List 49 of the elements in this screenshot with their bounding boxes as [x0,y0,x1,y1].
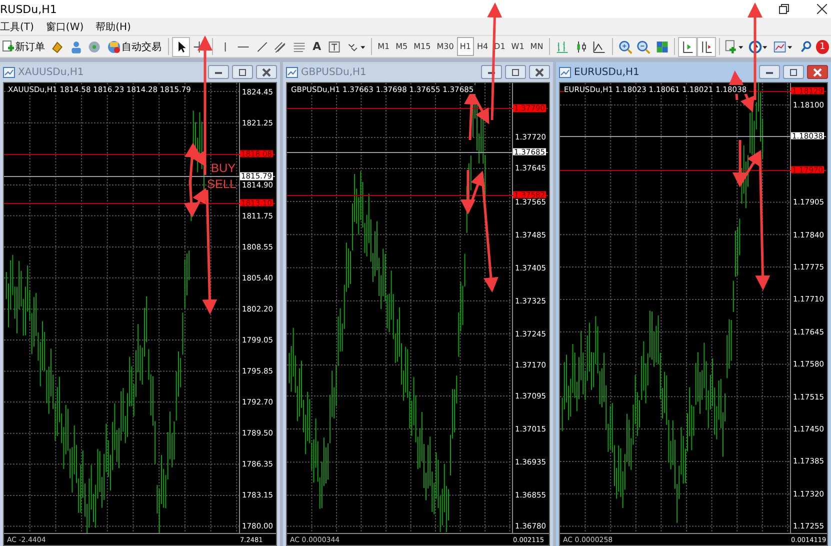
timeframe-button[interactable]: M5 [394,38,410,55]
text-tool[interactable]: A [310,40,324,53]
chart-window-icon [3,66,15,78]
cursor-icon[interactable] [172,38,190,56]
new-order-button[interactable]: 新订单 [0,37,47,56]
timeframe-button[interactable]: H4 [474,38,490,55]
timeframe-button[interactable]: W1 [509,38,526,55]
minimize-button[interactable] [759,65,780,79]
close-icon [262,68,271,76]
maximize-icon [511,68,520,76]
timeframe-button[interactable]: H1 [458,38,473,55]
close-icon[interactable] [817,4,827,14]
timeframe-button[interactable]: M30 [434,38,456,55]
document-plus-icon [2,40,14,54]
chart-window-icon [286,66,298,78]
annotation-label: BUY [211,161,236,175]
chart-window-title: EURUSDu,H1 [574,66,640,78]
chart-window-title: GBPUSDu,H1 [301,66,366,78]
annotation-label: SELL [207,177,236,191]
chart-shift-icon[interactable] [698,38,715,56]
arrow [184,180,199,218]
auto-trading-button[interactable]: 自动交易 [104,37,164,56]
robot-icon [106,40,121,54]
auto-scroll-icon[interactable] [679,38,696,56]
timeframe-button[interactable]: MN [528,38,546,55]
add-indicator-icon[interactable] [723,38,746,56]
close-button[interactable] [256,65,277,79]
maximize-button[interactable] [232,65,253,79]
close-icon [813,68,822,76]
menu-item[interactable]: 工具(T) [0,20,34,34]
maximize-button[interactable] [783,65,804,79]
close-icon [535,68,544,76]
maximize-icon [238,68,247,76]
arrow [460,170,476,214]
restore-icon[interactable] [779,4,789,14]
close-button[interactable] [807,65,828,79]
minimize-button[interactable] [208,65,229,79]
timeframe-button[interactable]: D1 [492,38,508,55]
maximize-icon [789,68,798,76]
chart-window-icon [559,66,571,78]
chart-window-title: XAUUSDu,H1 [18,66,84,78]
menu-item[interactable]: 窗口(W) [46,20,84,34]
timeframe-button[interactable]: M1 [376,38,392,55]
close-button[interactable] [529,65,550,79]
maximize-button[interactable] [505,65,526,79]
timeframe-button[interactable]: M15 [412,38,433,55]
window-title: RUSDu,H1 [0,2,57,16]
notification-badge[interactable]: 1 [816,40,829,54]
menu-item[interactable]: 帮助(H) [96,20,131,34]
